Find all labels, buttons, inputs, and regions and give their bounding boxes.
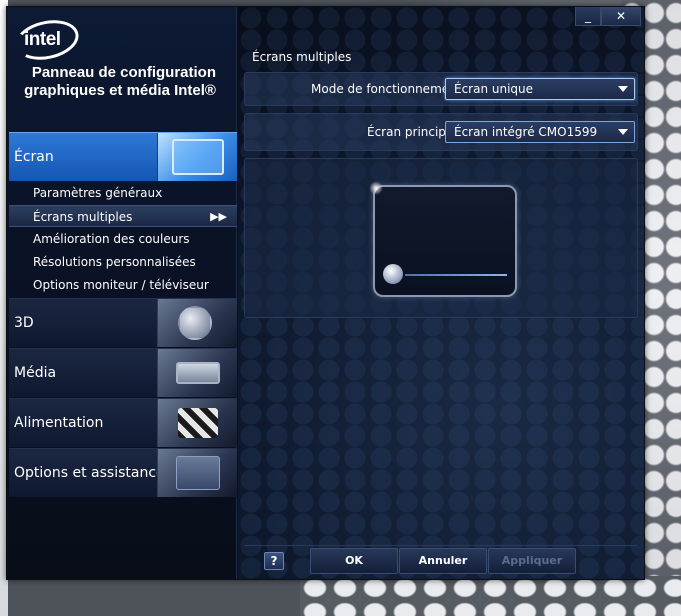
cancel-button[interactable]: Annuler bbox=[399, 548, 487, 574]
mode-label: Mode de fonctionnement bbox=[311, 82, 462, 96]
primary-display-value: Écran intégré CMO1599 bbox=[454, 125, 598, 139]
ok-button[interactable]: OK bbox=[310, 548, 398, 574]
monitor-glow bbox=[369, 181, 383, 195]
mode-dropdown[interactable]: Écran unique bbox=[445, 78, 635, 100]
sub-item-label: Résolutions personnalisées bbox=[33, 255, 196, 269]
close-button[interactable]: ✕ bbox=[601, 7, 641, 26]
primary-panel: Écran principal Écran intégré CMO1599 bbox=[244, 113, 638, 151]
primary-label: Écran principal bbox=[367, 125, 457, 139]
category-3d[interactable]: 3D bbox=[9, 298, 237, 347]
help-button[interactable]: ? bbox=[264, 552, 284, 570]
windows-start-icon bbox=[383, 264, 403, 284]
app-title: Panneau de configuration graphiques et m… bbox=[24, 64, 216, 99]
tools-help-icon bbox=[157, 449, 237, 497]
desktop-wallpaper-bottom bbox=[300, 576, 681, 616]
sub-item-label: Options moniteur / téléviseur bbox=[33, 278, 209, 292]
sub-item-options-moniteur[interactable]: Options moniteur / téléviseur bbox=[9, 274, 237, 296]
display-preview-area bbox=[244, 158, 638, 318]
display-monitor-preview[interactable] bbox=[369, 181, 517, 297]
sub-item-ecrans-multiples[interactable]: Écrans multiples ▶▶ bbox=[9, 205, 237, 227]
category-label: Écran bbox=[14, 149, 54, 165]
intel-control-panel-window: intel Panneau de configuration graphique… bbox=[6, 6, 645, 580]
category-ecran[interactable]: Écran bbox=[9, 132, 237, 181]
content-area: _ ✕ Écrans multiples Mode de fonctionnem… bbox=[238, 7, 644, 579]
sub-item-amelioration-couleurs[interactable]: Amélioration des couleurs bbox=[9, 228, 237, 250]
minimize-button[interactable]: _ bbox=[575, 7, 601, 26]
sub-item-label: Amélioration des couleurs bbox=[33, 232, 190, 246]
category-media[interactable]: Média bbox=[9, 348, 237, 397]
mode-panel: Mode de fonctionnement Écran unique bbox=[244, 72, 638, 106]
power-flags-icon bbox=[157, 399, 237, 447]
category-label: Alimentation bbox=[14, 415, 104, 431]
media-camera-icon bbox=[157, 349, 237, 397]
chevron-down-icon bbox=[618, 129, 628, 135]
sub-item-label: Paramètres généraux bbox=[33, 186, 163, 200]
sub-item-parametres-generaux[interactable]: Paramètres généraux bbox=[9, 182, 237, 204]
sub-item-label: Écrans multiples bbox=[33, 210, 133, 224]
double-arrow-right-icon: ▶▶ bbox=[210, 210, 227, 223]
category-alimentation[interactable]: Alimentation bbox=[9, 398, 237, 447]
section-title: Écrans multiples bbox=[252, 50, 352, 64]
taskbar-line bbox=[405, 274, 507, 276]
sidebar: intel Panneau de configuration graphique… bbox=[7, 7, 237, 579]
mode-value: Écran unique bbox=[454, 82, 534, 96]
sub-item-resolutions-personnalisees[interactable]: Résolutions personnalisées bbox=[9, 251, 237, 273]
category-label: Média bbox=[14, 365, 57, 381]
window-controls: _ ✕ bbox=[575, 7, 641, 27]
display-monitors-icon bbox=[157, 133, 237, 181]
primary-display-dropdown[interactable]: Écran intégré CMO1599 bbox=[445, 121, 635, 143]
category-options-assistance[interactable]: Options et assistance bbox=[9, 448, 237, 497]
intel-logo-text: intel bbox=[24, 29, 61, 50]
footer-bar: ? OK Annuler Appliquer bbox=[244, 545, 638, 575]
chevron-down-icon bbox=[618, 86, 628, 92]
apply-button: Appliquer bbox=[488, 548, 576, 574]
3d-shapes-icon bbox=[157, 299, 237, 347]
intel-logo: intel bbox=[11, 14, 83, 66]
category-label: Options et assistance bbox=[14, 465, 165, 481]
category-label: 3D bbox=[14, 315, 34, 331]
